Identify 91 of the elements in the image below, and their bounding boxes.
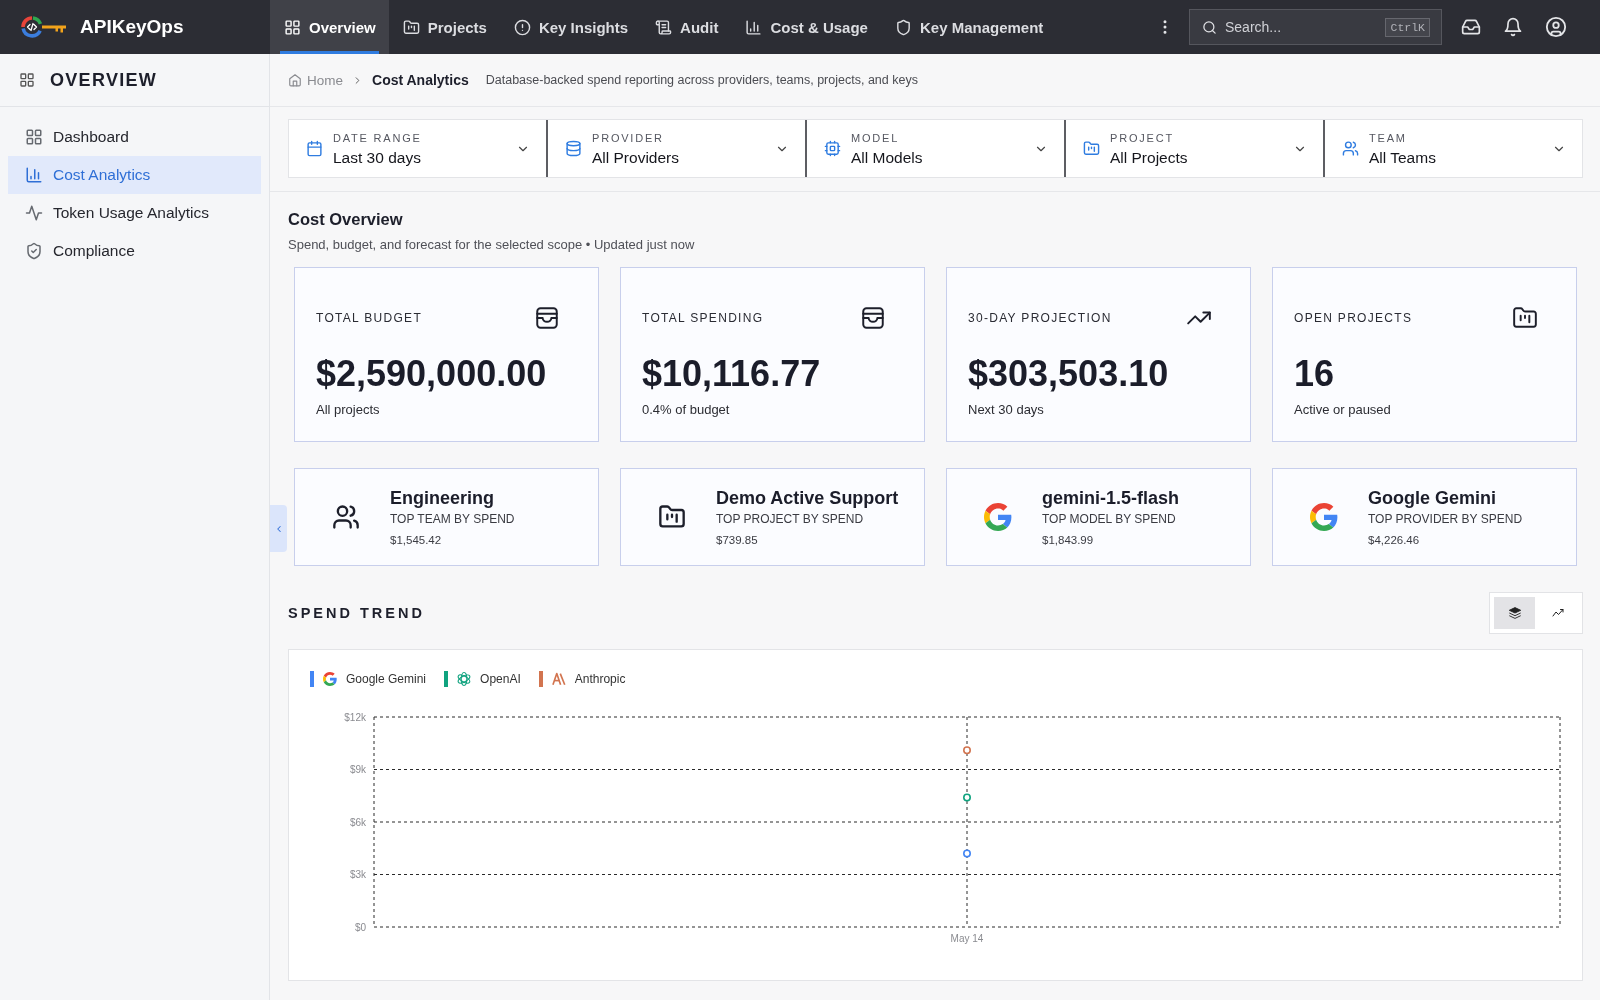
pulse-icon bbox=[25, 204, 43, 222]
section-title: SPEND TREND bbox=[288, 605, 425, 621]
line-chart-icon bbox=[1551, 607, 1564, 619]
filter-dropdown[interactable]: PROJECT All Projects bbox=[1064, 120, 1323, 177]
axis-label: May 14 bbox=[950, 933, 984, 944]
calendar-icon bbox=[306, 140, 323, 157]
filter-dropdown[interactable]: PROVIDER All Providers bbox=[546, 120, 805, 177]
shield-check-icon bbox=[25, 242, 43, 260]
bell-icon[interactable] bbox=[1503, 17, 1523, 37]
top-card-title: Demo Active Support bbox=[716, 487, 899, 509]
folder-icon bbox=[1083, 140, 1100, 157]
top-card-caption: TOP PROJECT BY SPEND bbox=[716, 512, 865, 527]
grid-icon bbox=[19, 72, 35, 88]
shortcut-hint: CtrlK bbox=[1385, 18, 1430, 37]
stat-note: All projects bbox=[316, 402, 381, 418]
nav-tab[interactable]: Audit bbox=[641, 0, 732, 54]
grid-icon bbox=[284, 18, 301, 36]
section-title: Cost Overview bbox=[288, 209, 404, 229]
bar-chart-icon bbox=[25, 166, 43, 184]
chip-icon bbox=[824, 140, 841, 157]
breadcrumb-current: Cost Analytics bbox=[372, 72, 469, 88]
google-logo-icon bbox=[323, 672, 337, 686]
section-subtitle: Spend, budget, and forecast for the selected scope • Updated just now bbox=[288, 237, 696, 253]
filter-dropdown[interactable]: MODEL All Models bbox=[805, 120, 1064, 177]
legend-label: OpenAI bbox=[480, 672, 521, 686]
axis-label: $3k bbox=[349, 869, 366, 880]
nav-tab[interactable]: Overview bbox=[270, 0, 389, 54]
google-logo-icon bbox=[984, 503, 1012, 531]
key-logo-icon bbox=[20, 15, 67, 39]
top-card-amount: $1,843.99 bbox=[1042, 533, 1095, 547]
user-avatar-icon[interactable] bbox=[1545, 16, 1567, 38]
grid-icon bbox=[25, 128, 43, 146]
search-icon bbox=[1202, 19, 1217, 35]
legend-label: Anthropic bbox=[574, 672, 626, 686]
top-card-title: Google Gemini bbox=[1368, 487, 1497, 509]
sidebar-item[interactable]: Token Usage Analytics bbox=[8, 194, 261, 232]
folder-icon bbox=[658, 503, 686, 531]
page-description: Database-backed spend reporting across providers, teams, projects, and keys bbox=[485, 73, 918, 87]
axis-label: $6k bbox=[349, 816, 366, 828]
folder-icon bbox=[1512, 305, 1538, 331]
axis-label: $9k bbox=[349, 764, 366, 775]
anthropic-logo-icon bbox=[551, 672, 566, 686]
nav-tab[interactable]: Key Management bbox=[880, 0, 1057, 54]
sidebar-item[interactable]: Cost Analytics bbox=[8, 156, 261, 194]
stat-label: TOTAL BUDGET bbox=[316, 311, 423, 325]
tray-icon bbox=[860, 305, 886, 331]
sidebar-item[interactable]: Dashboard bbox=[8, 118, 261, 156]
layers-icon bbox=[1508, 607, 1521, 619]
tray-icon bbox=[534, 305, 560, 331]
view-toggle-button[interactable] bbox=[1494, 597, 1535, 629]
nav-tab[interactable]: Cost & Usage bbox=[731, 0, 881, 54]
stat-label: TOTAL SPENDING bbox=[642, 311, 764, 325]
inbox-icon[interactable] bbox=[1461, 17, 1481, 37]
top-card-title: Engineering bbox=[390, 487, 495, 509]
top-card-title: gemini-1.5-flash bbox=[1042, 487, 1180, 509]
stat-value: $303,503.10 bbox=[968, 354, 1170, 394]
top-card-caption: TOP TEAM BY SPEND bbox=[390, 512, 515, 527]
sidebar-item[interactable]: Compliance bbox=[8, 232, 261, 270]
stat-note: Active or paused bbox=[1294, 402, 1392, 418]
openai-logo-icon bbox=[457, 672, 472, 686]
stat-value: $10,116.77 bbox=[642, 354, 822, 394]
legend-label: Google Gemini bbox=[346, 672, 427, 686]
home-icon bbox=[288, 73, 302, 87]
sidebar-title: OVERVIEW bbox=[50, 69, 158, 91]
shield-icon bbox=[894, 18, 912, 36]
top-card-amount: $1,545.42 bbox=[390, 533, 443, 547]
nav-tab[interactable]: Key Insights bbox=[499, 0, 642, 54]
folder-icon bbox=[402, 18, 420, 36]
axis-label: $12k bbox=[344, 711, 366, 723]
top-card-amount: $4,226.46 bbox=[1368, 533, 1421, 547]
app-name: APIKeyOps bbox=[80, 16, 184, 38]
google-logo-icon bbox=[1310, 503, 1338, 531]
stat-value: 16 bbox=[1294, 354, 1336, 394]
users-icon bbox=[1342, 140, 1359, 157]
axis-label: $0 bbox=[354, 921, 366, 933]
nav-tab[interactable]: Projects bbox=[388, 0, 500, 54]
alert-circle-icon bbox=[513, 18, 531, 36]
stat-label: OPEN PROJECTS bbox=[1294, 311, 1413, 325]
users-icon bbox=[332, 503, 360, 531]
bar-chart-icon bbox=[745, 18, 763, 36]
stat-note: Next 30 days bbox=[968, 402, 1045, 418]
scroll-icon bbox=[655, 18, 673, 36]
stat-note: 0.4% of budget bbox=[642, 402, 731, 418]
stat-label: 30-DAY PROJECTION bbox=[968, 311, 1112, 325]
top-card-caption: TOP PROVIDER BY SPEND bbox=[1368, 512, 1523, 527]
filter-dropdown[interactable]: DATE RANGE Last 30 days bbox=[289, 120, 546, 177]
top-card-amount: $739.85 bbox=[716, 533, 759, 547]
filter-dropdown[interactable]: TEAM All Teams bbox=[1323, 120, 1582, 177]
database-icon bbox=[565, 140, 582, 157]
stat-value: $2,590,000.00 bbox=[316, 354, 548, 394]
top-card-caption: TOP MODEL BY SPEND bbox=[1042, 512, 1177, 527]
